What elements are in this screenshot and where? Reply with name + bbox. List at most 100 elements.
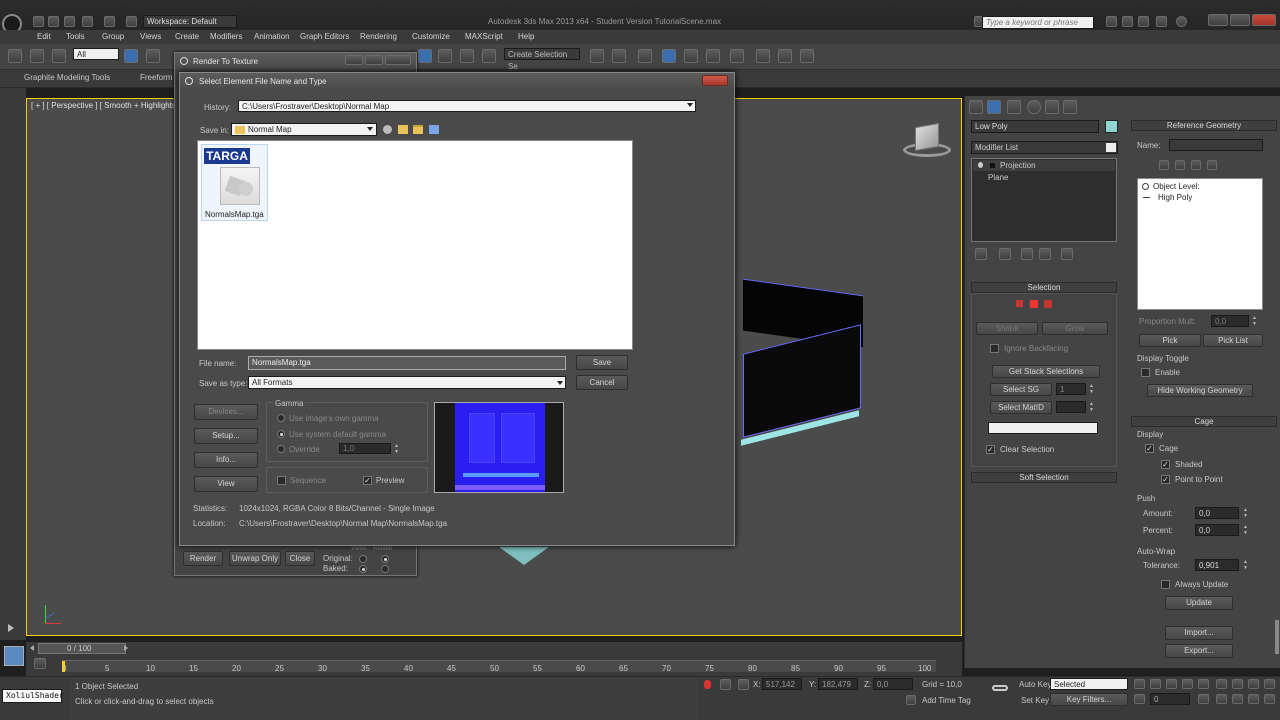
pick-button[interactable]: Pick <box>1139 334 1201 347</box>
graphite-toggle-icon[interactable] <box>662 49 676 63</box>
unwrap-only-button[interactable]: Unwrap Only <box>229 551 281 566</box>
back-icon[interactable] <box>383 125 392 134</box>
play-icon[interactable] <box>1166 679 1177 689</box>
set-key-key-icon[interactable] <box>992 685 1008 691</box>
preview-checkbox[interactable]: ✓ <box>363 476 372 485</box>
setup-button[interactable]: Setup... <box>194 428 258 444</box>
ignore-backfacing-checkbox[interactable] <box>990 344 999 353</box>
remove-modifier-icon[interactable] <box>1039 248 1051 260</box>
plane-object[interactable] <box>733 278 863 446</box>
modifier-stack[interactable]: Projection Plane <box>971 158 1117 242</box>
light-bulb-icon[interactable] <box>978 162 983 168</box>
search-icon[interactable] <box>1106 16 1117 27</box>
tab-freeform[interactable]: Freeform <box>140 73 172 82</box>
menu-item-graph-editors[interactable]: Graph Editors <box>300 32 349 41</box>
zoom-extents-all-icon[interactable] <box>1264 679 1275 689</box>
communication-icon[interactable] <box>1138 16 1149 27</box>
orbit-icon[interactable] <box>1248 694 1259 704</box>
bind-space-warp-icon[interactable] <box>52 49 66 63</box>
pick-cursor-icon[interactable] <box>1191 160 1201 170</box>
amount-spinner[interactable]: ▲ ▼ <box>1243 507 1248 519</box>
rtt-close-icon[interactable] <box>385 55 411 65</box>
new-folder-icon[interactable] <box>413 125 423 134</box>
gamma-override-field[interactable]: 1,0 <box>339 443 391 454</box>
help-icon[interactable] <box>1176 16 1187 27</box>
close-window-icon[interactable] <box>1252 14 1276 26</box>
delete-icon[interactable] <box>1159 160 1169 170</box>
menu-item-maxscript[interactable]: MAXScript <box>465 32 503 41</box>
high-poly-list-item[interactable]: High Poly <box>1158 193 1192 202</box>
percent-field[interactable]: 0,0 <box>1195 524 1239 536</box>
dialog-close-icon[interactable] <box>702 75 728 86</box>
time-prev-arrow-icon[interactable] <box>30 645 34 651</box>
pin-stack-icon[interactable] <box>975 248 987 260</box>
align-icon[interactable] <box>612 49 626 63</box>
display-tab-icon[interactable] <box>1045 100 1059 114</box>
history-chevron-down-icon[interactable] <box>687 103 693 107</box>
sequence-checkbox[interactable] <box>277 476 286 485</box>
original-render-radio[interactable] <box>381 555 389 563</box>
isolate-selection-icon[interactable] <box>720 679 731 690</box>
view-button[interactable]: View <box>194 476 258 492</box>
add-time-tag-button[interactable]: Add Time Tag <box>922 696 971 705</box>
baked-render-radio[interactable] <box>381 565 389 573</box>
named-selection-set-dropdown[interactable]: Create Selection Se <box>504 48 580 71</box>
sg-spinner[interactable]: ▲ ▼ <box>1089 383 1094 395</box>
snap-toggle-icon[interactable] <box>438 49 452 63</box>
point-level-icon[interactable] <box>1016 300 1023 307</box>
expand-arrow-icon[interactable] <box>8 624 14 632</box>
selection-filter-dropdown[interactable]: All <box>73 48 119 60</box>
zoom-extents-icon[interactable] <box>1248 679 1259 689</box>
always-update-checkbox[interactable] <box>1161 580 1170 589</box>
key-filters-button[interactable]: Key Filters... <box>1050 693 1128 706</box>
export-button[interactable]: Export... <box>1165 644 1233 658</box>
absolute-transform-icon[interactable] <box>738 679 749 690</box>
proportion-mult-field[interactable]: 0,0 <box>1211 315 1249 327</box>
stack-item-projection[interactable]: Projection <box>973 160 1115 171</box>
search-input[interactable]: Type a keyword or phrase <box>982 16 1094 29</box>
clear-all-icon[interactable] <box>1207 160 1217 170</box>
pick-list-button[interactable]: Pick List <box>1203 334 1263 347</box>
original-views-radio[interactable] <box>359 555 367 563</box>
link-icon[interactable] <box>8 49 22 63</box>
get-stack-selections-button[interactable]: Get Stack Selections <box>992 365 1100 378</box>
shrink-button[interactable]: Shrink <box>976 322 1038 335</box>
y-coordinate-field[interactable]: 182,479 <box>818 678 858 690</box>
curve-editor-icon[interactable] <box>684 49 698 63</box>
menu-item-group[interactable]: Group <box>102 32 124 41</box>
update-button[interactable]: Update <box>1165 596 1233 610</box>
unlink-icon[interactable] <box>30 49 44 63</box>
menu-item-customize[interactable]: Customize <box>412 32 450 41</box>
file-item-normalsmap[interactable]: TARGA NormalsMap.tga <box>201 144 268 221</box>
render-button[interactable]: Render <box>183 551 223 566</box>
key-mode-toggle-icon[interactable] <box>1134 694 1145 704</box>
object-color-swatch[interactable] <box>1105 120 1118 133</box>
cage-header[interactable]: Cage <box>1131 416 1277 427</box>
selection-rollout-header[interactable]: Selection <box>971 282 1117 293</box>
z-coordinate-field[interactable]: 0,0 <box>873 678 913 690</box>
save-file-icon[interactable] <box>64 16 75 27</box>
hierarchy-tab-icon[interactable] <box>1007 100 1021 114</box>
zoom-icon[interactable] <box>1216 679 1227 689</box>
minimize-window-icon[interactable] <box>1208 14 1228 26</box>
tolerance-spinner[interactable]: ▲ ▼ <box>1243 559 1248 571</box>
go-to-end-icon[interactable] <box>1198 679 1209 689</box>
file-list[interactable]: TARGA NormalsMap.tga <box>197 140 633 350</box>
baked-views-radio[interactable] <box>359 565 367 573</box>
add-icon[interactable] <box>1175 160 1185 170</box>
select-sg-button[interactable]: Select SG <box>990 383 1052 396</box>
time-configuration-icon[interactable] <box>1198 694 1209 704</box>
save-button[interactable]: Save <box>576 355 628 370</box>
render-setup-icon[interactable] <box>756 49 770 63</box>
select-matid-button[interactable]: Select MatID <box>990 401 1052 414</box>
modify-tab-icon[interactable] <box>987 100 1001 114</box>
gamma-override-radio[interactable] <box>277 445 285 453</box>
redo-icon[interactable] <box>104 16 115 27</box>
material-editor-icon[interactable] <box>730 49 744 63</box>
undo-icon[interactable] <box>82 16 93 27</box>
layer-manager-icon[interactable] <box>638 49 652 63</box>
menu-item-edit[interactable]: Edit <box>37 32 51 41</box>
new-file-icon[interactable] <box>33 16 44 27</box>
soft-selection-rollout-header[interactable]: Soft Selection <box>971 472 1117 483</box>
reference-name-field[interactable] <box>1169 139 1263 151</box>
